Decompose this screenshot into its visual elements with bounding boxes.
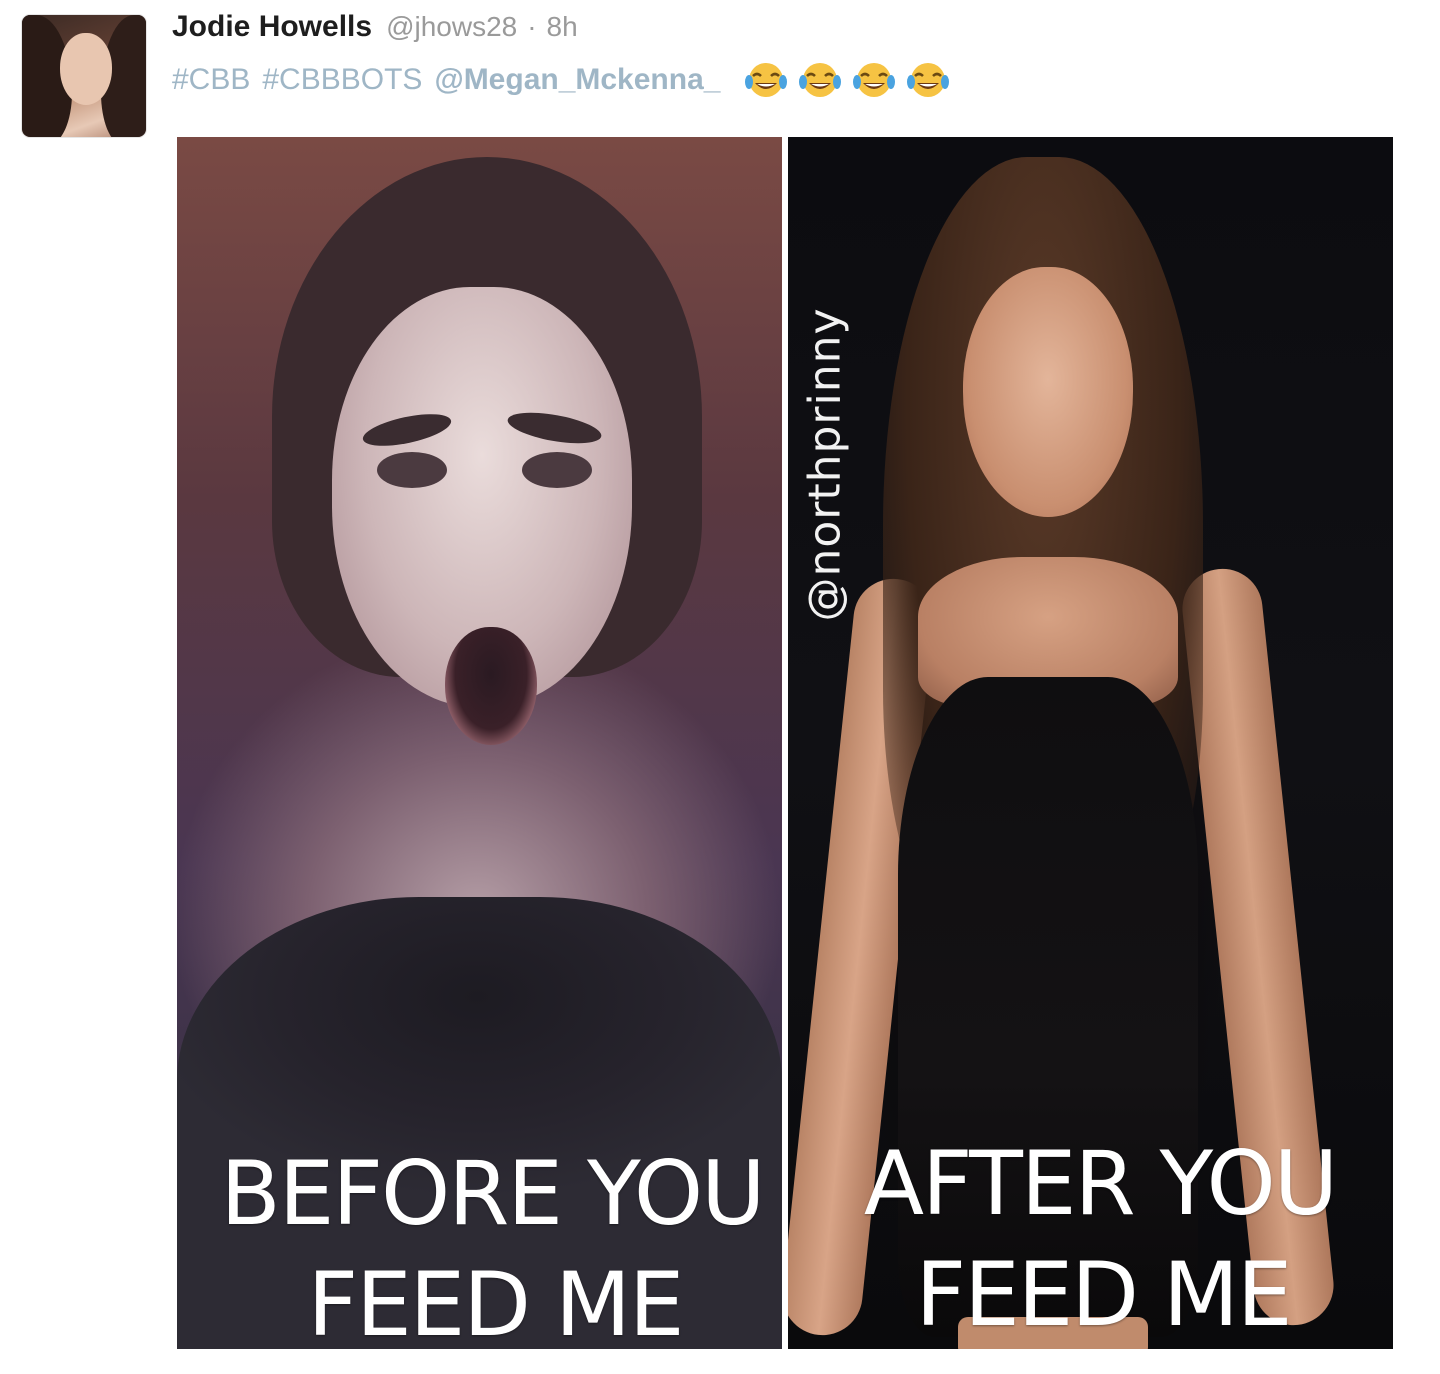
tears-of-joy-emoji-icon: [907, 63, 950, 97]
author-name[interactable]: Jodie Howells: [172, 10, 372, 44]
watermark: @northprinny: [789, 284, 861, 644]
after-caption-line2: FEED ME: [915, 1243, 1292, 1346]
tweet-header: Jodie Howells @jhows28 · 8h: [172, 10, 578, 54]
mention-text: @Megan_Mckenna_: [434, 63, 721, 96]
author-handle[interactable]: @jhows28: [386, 11, 517, 43]
watermark-text: @northprinny: [799, 306, 851, 622]
before-photo-eye: [377, 452, 447, 488]
header-separator: ·: [527, 11, 537, 42]
before-caption-line1: BEFORE YOU: [220, 1142, 765, 1245]
after-photo-face: [963, 267, 1133, 517]
tweet-timestamp[interactable]: 8h: [547, 11, 578, 43]
mention-link[interactable]: @Megan_Mckenna_: [434, 63, 720, 97]
after-caption-line1: AFTER YOU: [863, 1132, 1338, 1235]
hashtag-cbb[interactable]: #CBB: [172, 63, 250, 97]
tweet-text: #CBB #CBBBOTS @Megan_Mckenna_: [172, 58, 960, 102]
before-caption-line2: FEED ME: [307, 1253, 684, 1356]
before-photo-eye: [522, 452, 592, 488]
avatar[interactable]: [22, 15, 146, 137]
tears-of-joy-emoji-icon: [745, 63, 788, 97]
hashtag-cbbbots[interactable]: #CBBBOTS: [262, 63, 422, 97]
emoji-row: [744, 60, 960, 100]
after-photo-dress: [898, 677, 1198, 1337]
tweet: Jodie Howells @jhows28 · 8h #CBB #CBBBOT…: [0, 0, 1440, 1374]
before-photo-mouth: [445, 627, 537, 745]
tears-of-joy-emoji-icon: [853, 63, 896, 97]
tears-of-joy-emoji-icon: [799, 63, 842, 97]
avatar-face: [60, 33, 112, 105]
tweet-media[interactable]: @northprinny BEFORE YOU FEED ME AFTER YO…: [177, 131, 1393, 1349]
